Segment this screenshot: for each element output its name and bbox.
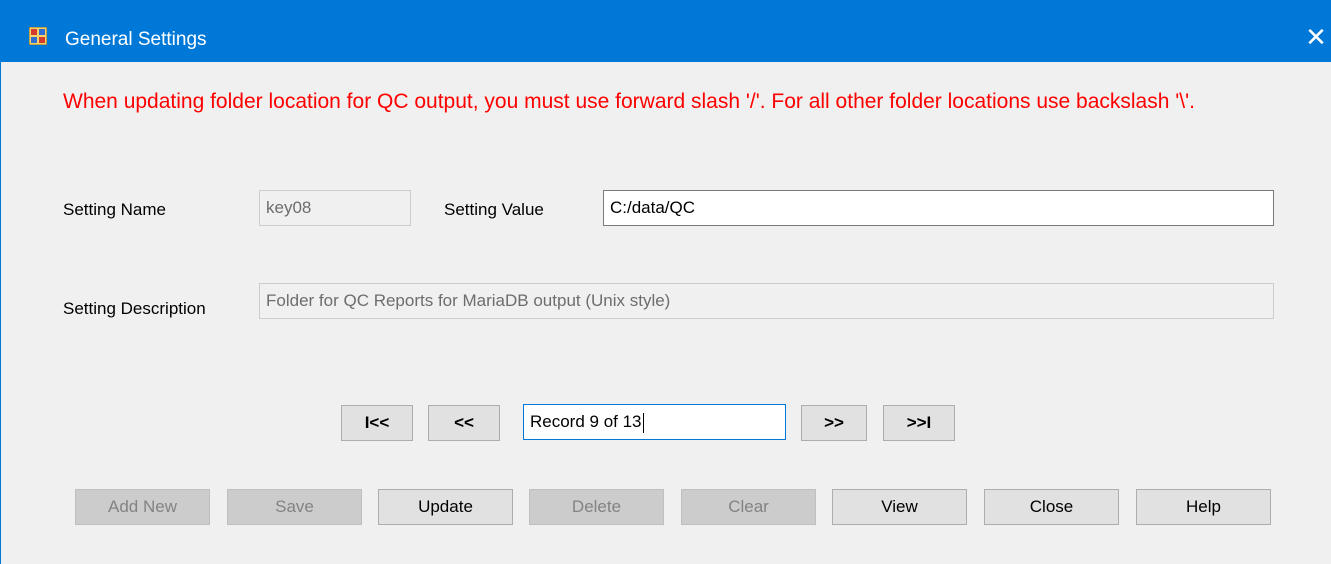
delete-button[interactable]: Delete: [529, 489, 664, 525]
add-new-button[interactable]: Add New: [75, 489, 210, 525]
view-button[interactable]: View: [832, 489, 967, 525]
record-position-field[interactable]: Record 9 of 13: [523, 404, 786, 440]
last-record-button[interactable]: >>I: [883, 405, 955, 441]
setting-value-label: Setting Value: [444, 200, 544, 219]
close-window-icon[interactable]: ✕: [1301, 22, 1331, 52]
title-bar[interactable]: General Settings ✕: [1, 0, 1331, 62]
app-window-icon: [29, 27, 47, 45]
save-button[interactable]: Save: [227, 489, 362, 525]
record-position-text: Record 9 of 13: [530, 412, 642, 431]
slash-warning-message: When updating folder location for QC out…: [63, 90, 1195, 113]
update-button[interactable]: Update: [378, 489, 513, 525]
setting-description-label: Setting Description: [63, 299, 206, 318]
general-settings-window: General Settings ✕ When updating folder …: [0, 0, 1331, 564]
previous-record-button[interactable]: <<: [428, 405, 500, 441]
setting-value-field[interactable]: C:/data/QC: [603, 190, 1274, 226]
next-record-button[interactable]: >>: [801, 405, 867, 441]
setting-name-label: Setting Name: [63, 200, 166, 219]
first-record-button[interactable]: I<<: [341, 405, 413, 441]
window-title: General Settings: [65, 29, 207, 50]
clear-button[interactable]: Clear: [681, 489, 816, 525]
text-caret: [642, 412, 644, 433]
setting-name-field[interactable]: key08: [259, 190, 411, 226]
setting-description-field[interactable]: Folder for QC Reports for MariaDB output…: [259, 283, 1274, 319]
help-button[interactable]: Help: [1136, 489, 1271, 525]
close-button[interactable]: Close: [984, 489, 1119, 525]
